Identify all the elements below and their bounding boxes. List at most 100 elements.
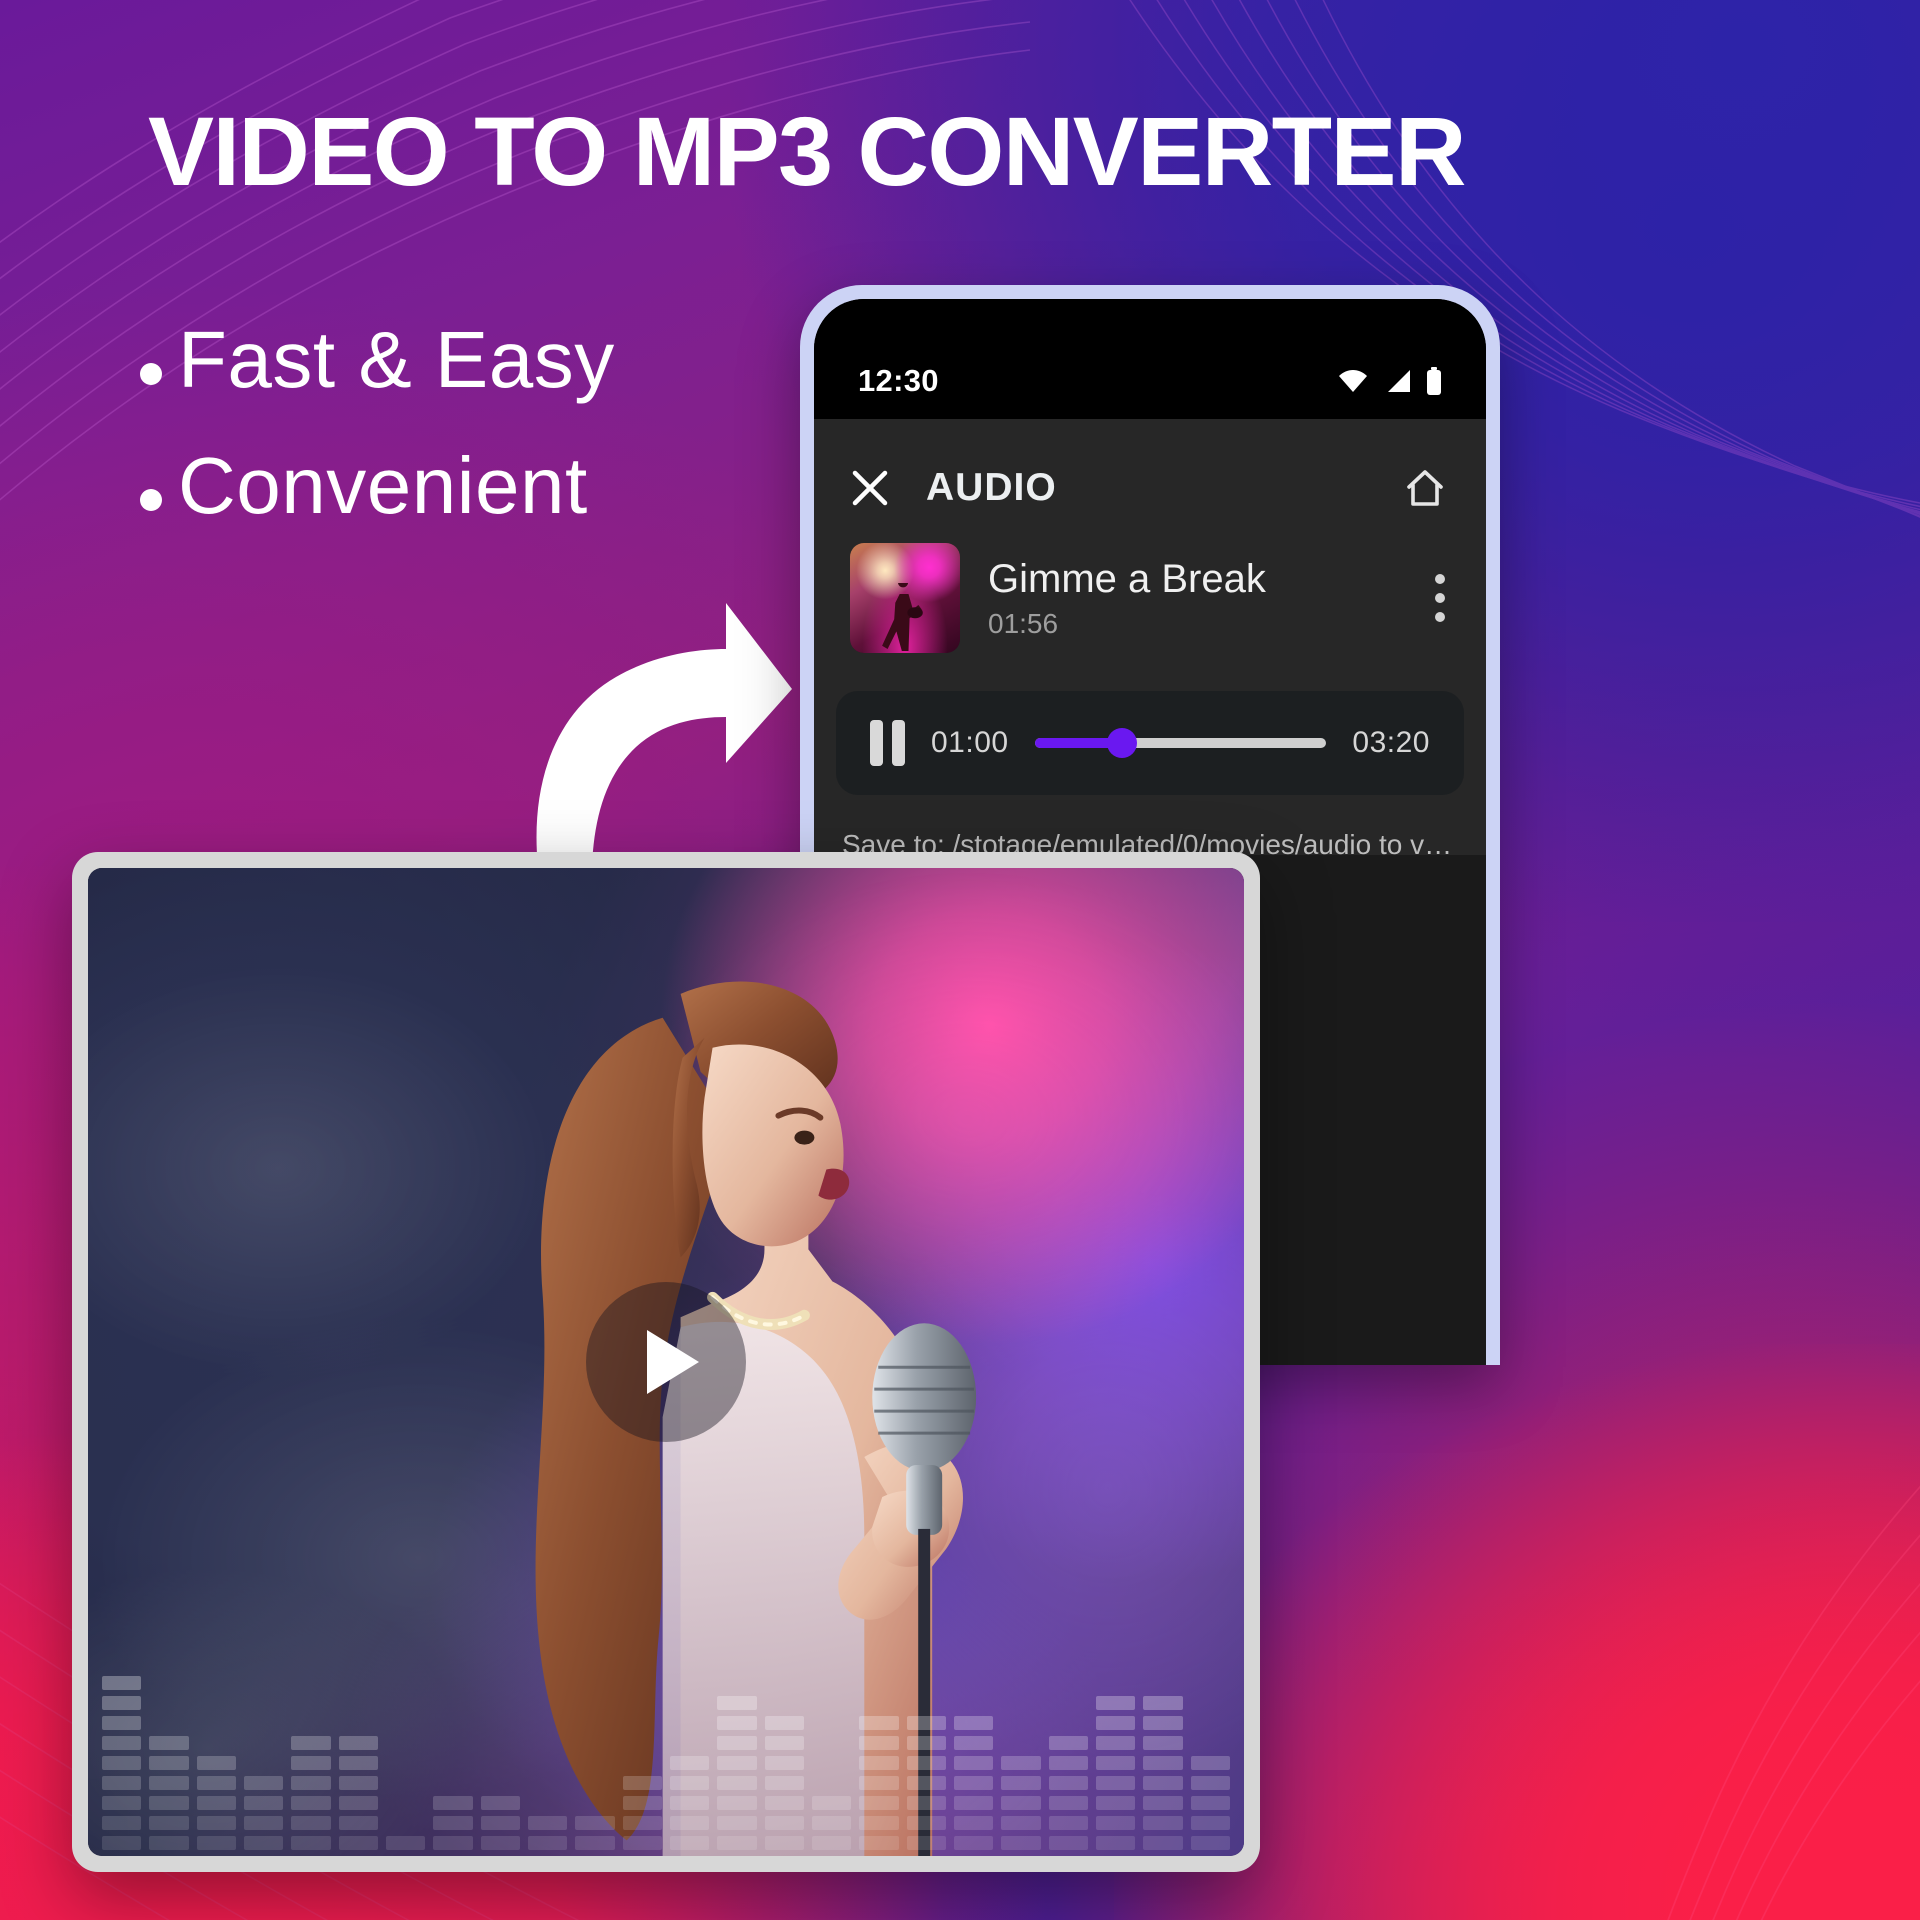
equalizer-segment	[859, 1736, 899, 1750]
equalizer-segment	[906, 1816, 946, 1830]
album-art-thumbnail	[850, 543, 960, 653]
pause-bar	[870, 720, 883, 766]
equalizer-segment	[622, 1776, 662, 1790]
equalizer-segment	[338, 1756, 378, 1770]
bullet-dot-icon	[140, 363, 162, 385]
equalizer-segment	[1001, 1836, 1041, 1850]
equalizer-segment	[622, 1816, 662, 1830]
player-bar: 01:00 03:20	[836, 691, 1464, 795]
equalizer-column	[291, 1736, 331, 1850]
kebab-menu-icon[interactable]	[1435, 574, 1450, 622]
equalizer-segment	[196, 1796, 236, 1810]
elapsed-time: 01:00	[931, 726, 1009, 759]
pause-icon[interactable]	[870, 720, 905, 766]
equalizer-segment	[1095, 1816, 1136, 1830]
equalizer-segment	[1143, 1796, 1183, 1810]
track-row[interactable]: Gimme a Break 01:56	[814, 513, 1486, 653]
equalizer-column	[811, 1796, 852, 1850]
promo-canvas: VIDEO TO MP3 CONVERTER Fast & Easy Conve…	[0, 0, 1920, 1920]
equalizer-segment	[953, 1836, 994, 1850]
equalizer-segment	[906, 1736, 946, 1750]
equalizer-segment	[102, 1716, 142, 1730]
equalizer-column	[1143, 1696, 1183, 1850]
equalizer-column	[1190, 1756, 1230, 1850]
equalizer-column	[717, 1696, 757, 1850]
equalizer-column	[480, 1796, 520, 1850]
equalizer-segment	[1143, 1756, 1183, 1770]
equalizer-column	[575, 1816, 615, 1850]
equalizer-segment	[196, 1756, 236, 1770]
play-button-icon[interactable]	[586, 1282, 746, 1442]
equalizer-column	[1048, 1736, 1088, 1850]
equalizer-column	[243, 1776, 284, 1850]
equalizer-segment	[717, 1696, 757, 1710]
equalizer-segment	[669, 1816, 710, 1830]
equalizer-column	[433, 1796, 473, 1850]
equalizer-segment	[480, 1796, 520, 1810]
equalizer-segment	[102, 1736, 142, 1750]
equalizer-segment	[859, 1716, 899, 1730]
equalizer-segment	[102, 1776, 142, 1790]
equalizer-segment	[906, 1776, 946, 1790]
equalizer-segment	[102, 1756, 142, 1770]
equalizer-segment	[811, 1796, 852, 1810]
equalizer-segment	[669, 1836, 710, 1850]
close-x-icon[interactable]	[850, 468, 890, 508]
app-top-bar: AUDIO	[814, 419, 1486, 513]
equalizer-segment	[953, 1756, 994, 1770]
equalizer-segment	[1001, 1776, 1041, 1790]
equalizer-segment	[1143, 1716, 1183, 1730]
equalizer-column	[622, 1776, 662, 1850]
equalizer-segment	[433, 1796, 473, 1810]
equalizer-segment	[1001, 1816, 1041, 1830]
equalizer-segment	[149, 1816, 189, 1830]
equalizer-segment	[622, 1796, 662, 1810]
equalizer-segment	[102, 1816, 142, 1830]
seek-slider[interactable]	[1034, 728, 1327, 758]
play-triangle	[647, 1330, 699, 1394]
equalizer-segment	[1095, 1736, 1136, 1750]
equalizer-segment	[1190, 1796, 1230, 1810]
equalizer-segment	[291, 1816, 331, 1830]
equalizer-segment	[1048, 1796, 1088, 1810]
equalizer-segment	[811, 1836, 852, 1850]
video-preview-card	[72, 852, 1260, 1872]
guitarist-silhouette-icon	[881, 582, 923, 651]
equalizer-segment	[243, 1776, 284, 1790]
page-title: VIDEO TO MP3 CONVERTER	[148, 97, 1466, 206]
total-time: 03:20	[1352, 726, 1430, 759]
equalizer-segment	[1143, 1816, 1183, 1830]
equalizer-segment	[243, 1816, 284, 1830]
kebab-dot	[1435, 593, 1445, 603]
equalizer-segment	[717, 1716, 757, 1730]
equalizer-segment	[1048, 1756, 1088, 1770]
equalizer-segment	[149, 1756, 189, 1770]
equalizer-segment	[859, 1776, 899, 1790]
equalizer-segment	[669, 1756, 710, 1770]
equalizer-segment	[953, 1816, 994, 1830]
equalizer-segment	[196, 1816, 236, 1830]
equalizer-segment	[906, 1756, 946, 1770]
equalizer-segment	[243, 1796, 284, 1810]
equalizer-column	[1095, 1696, 1136, 1850]
seek-thumb-handle[interactable]	[1107, 728, 1138, 758]
equalizer-segment	[102, 1696, 142, 1710]
equalizer-segment	[717, 1756, 757, 1770]
track-duration: 01:56	[988, 608, 1059, 639]
equalizer-segment	[291, 1756, 331, 1770]
equalizer-segment	[859, 1756, 899, 1770]
equalizer-segment	[859, 1836, 899, 1850]
equalizer-segment	[1048, 1816, 1088, 1830]
video-frame[interactable]	[88, 868, 1244, 1856]
list-item: Convenient	[140, 444, 840, 528]
battery-icon	[1427, 367, 1441, 395]
home-icon[interactable]	[1400, 463, 1450, 513]
equalizer-segment	[717, 1836, 757, 1850]
equalizer-segment	[1001, 1756, 1041, 1770]
equalizer-column	[102, 1676, 142, 1850]
equalizer-segment	[291, 1736, 331, 1750]
equalizer-segment	[1190, 1776, 1230, 1790]
equalizer-column	[953, 1716, 994, 1850]
equalizer-segment	[717, 1816, 757, 1830]
equalizer-segment	[717, 1776, 757, 1790]
